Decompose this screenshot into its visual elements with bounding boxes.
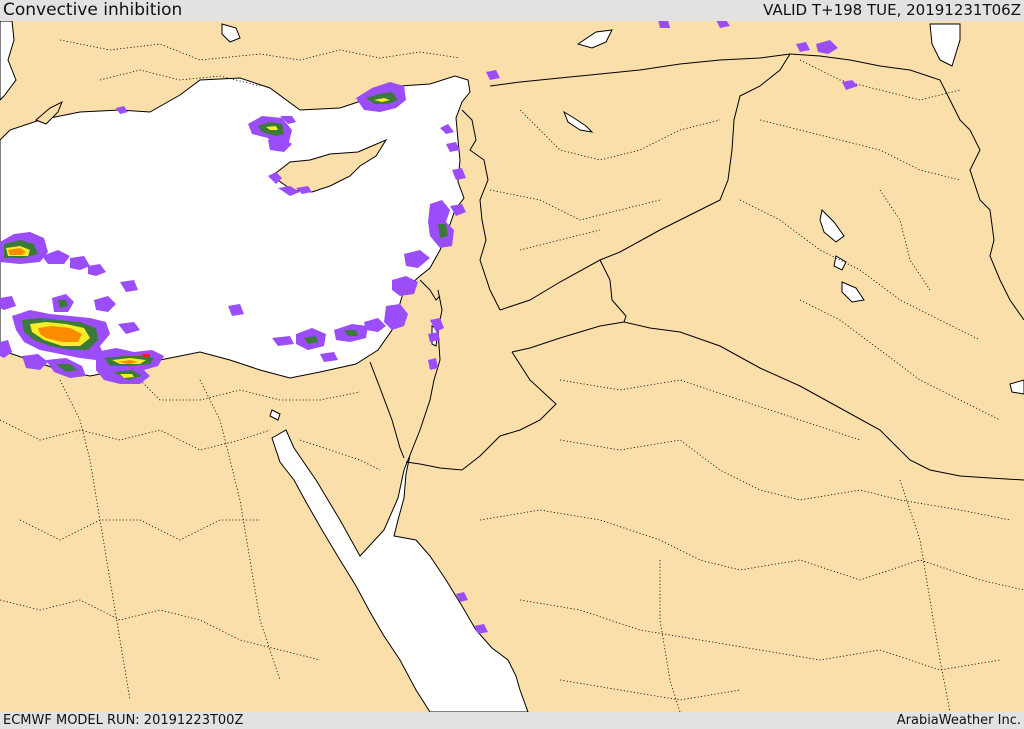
header-bar: Convective inhibition VALID T+198 TUE, 2… bbox=[0, 0, 1024, 21]
valid-time: VALID T+198 TUE, 20191231T06Z bbox=[763, 1, 1021, 19]
credit-label: ArabiaWeather Inc. bbox=[896, 713, 1021, 728]
map-frame: Convective inhibition VALID T+198 TUE, 2… bbox=[0, 0, 1024, 729]
weather-map bbox=[0, 21, 1024, 712]
footer-bar: ECMWF MODEL RUN: 20191223T00Z ArabiaWeat… bbox=[0, 712, 1024, 729]
model-run-label: ECMWF MODEL RUN: 20191223T00Z bbox=[3, 713, 244, 728]
map-title: Convective inhibition bbox=[3, 0, 183, 20]
cin-contour-purple bbox=[658, 21, 670, 28]
